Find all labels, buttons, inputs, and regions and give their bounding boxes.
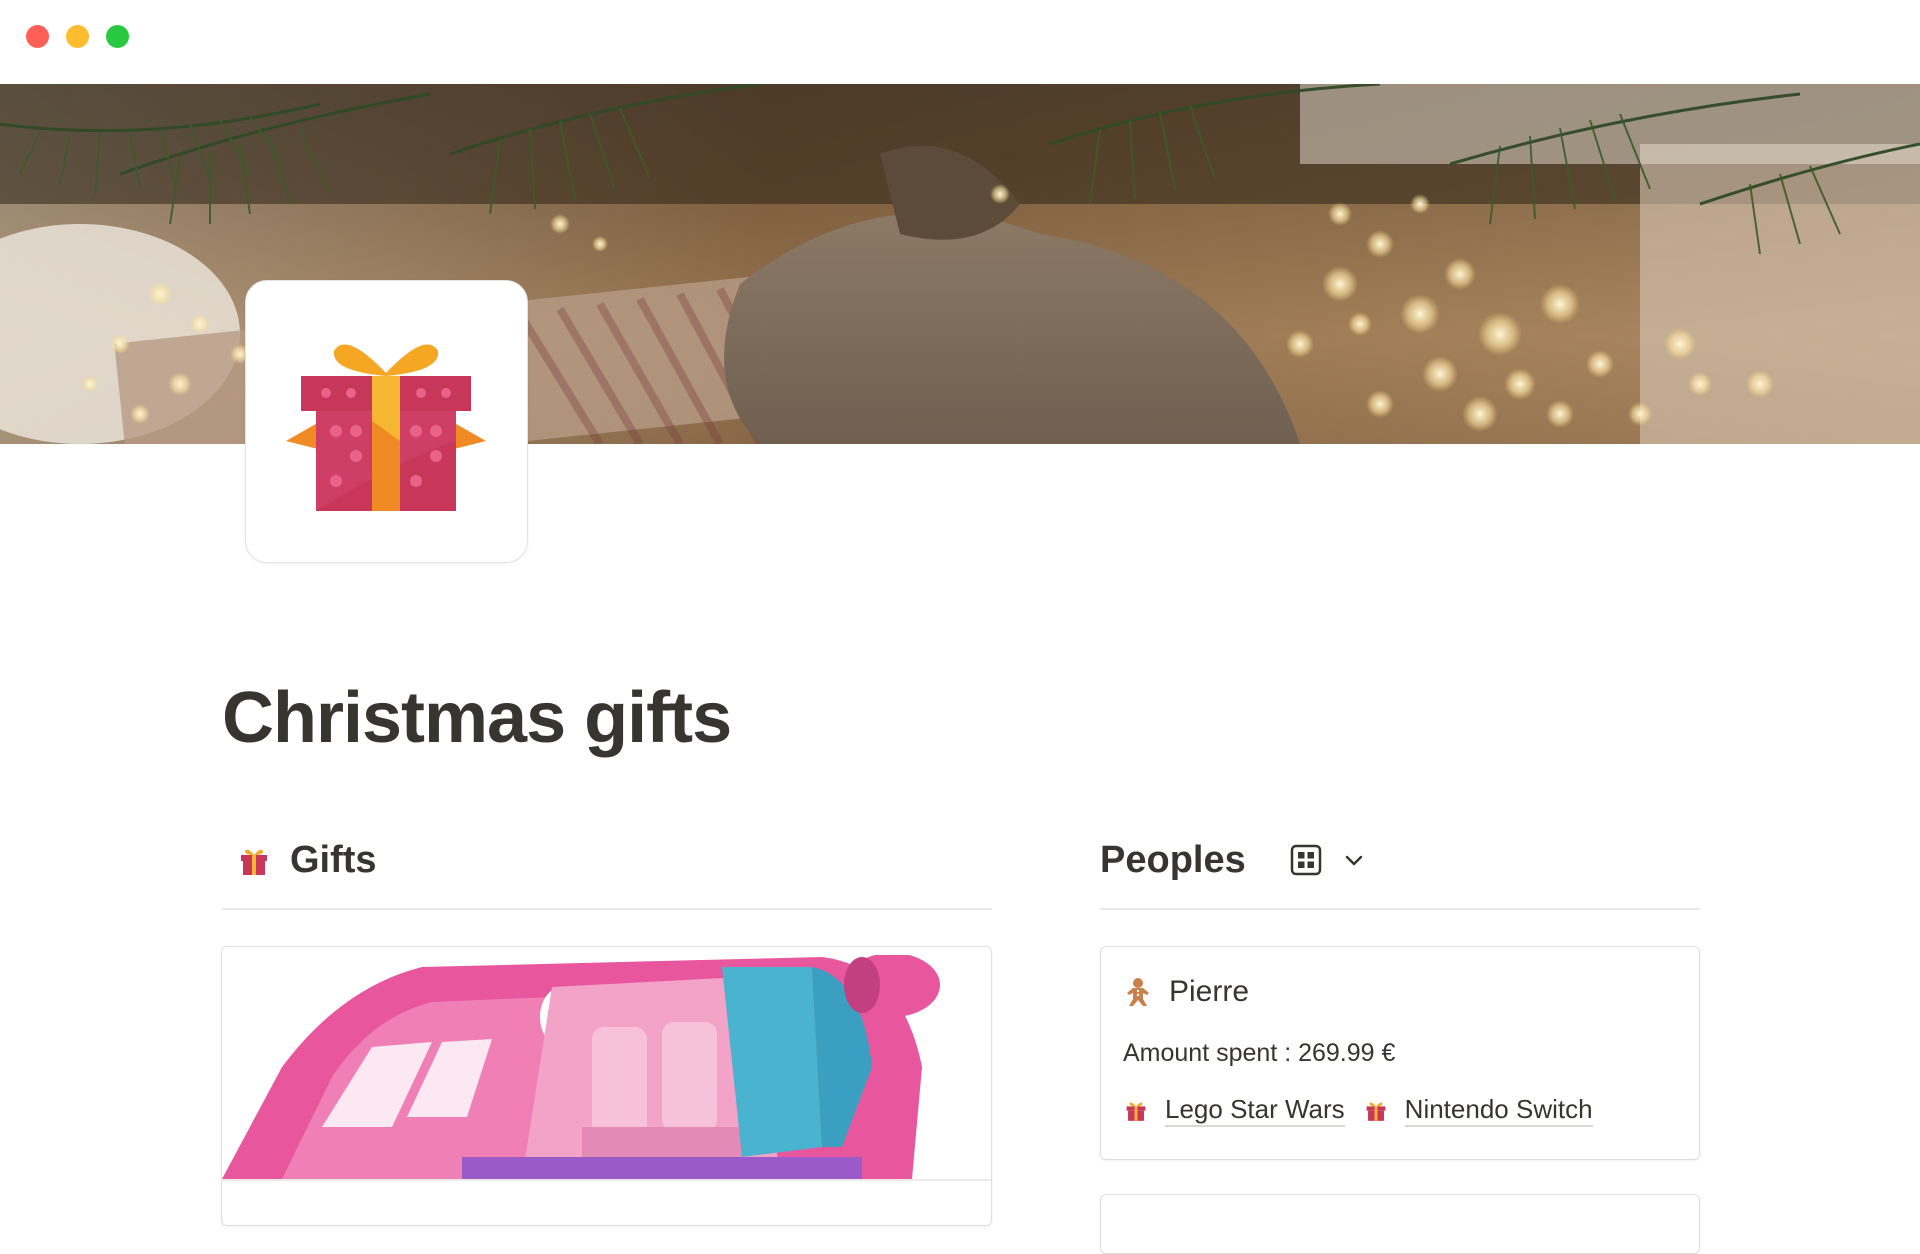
gift-link-label: Nintendo Switch [1404,1093,1593,1127]
gallery-view-icon[interactable] [1290,844,1322,876]
gift-link-label: Lego Star Wars [1165,1093,1345,1127]
gift-link-lego-star-wars[interactable]: Lego Star Wars [1123,1093,1345,1127]
gift-icon [241,849,267,875]
amount-spent: Amount spent : 269.99 € [1123,1039,1396,1067]
person-name: Pierre [1169,975,1250,1008]
gift-card[interactable] [221,946,992,1226]
gift-link-nintendo-switch[interactable]: Nintendo Switch [1363,1093,1593,1127]
gifts-section-header[interactable]: Gifts [222,830,992,890]
peoples-section-title[interactable]: Peoples [1100,839,1246,882]
peoples-section-header: Peoples [1100,830,1700,890]
person-card-header: Pierre [1123,975,1249,1009]
gift-icon [1366,1102,1386,1121]
page-icon[interactable] [245,280,528,563]
peoples-divider [1100,908,1700,910]
close-window-button[interactable] [26,25,49,48]
pink-toy-airplane-image [222,947,991,1179]
card-image-divider [222,1179,991,1181]
gift-icon [1126,1102,1146,1121]
gingerbread-man-icon [1127,978,1149,1006]
page-title[interactable]: Christmas gifts [222,675,732,761]
gift-relations: Lego Star Wars Nintendo Switch [1123,1093,1611,1127]
person-card[interactable]: Pierre Amount spent : 269.99 € Lego Star… [1100,946,1700,1160]
minimize-window-button[interactable] [66,25,89,48]
zoom-window-button[interactable] [106,25,129,48]
person-card[interactable] [1100,1194,1700,1254]
chevron-down-icon[interactable] [1342,848,1366,872]
window-titlebar [0,0,1920,84]
gift-icon [286,344,486,511]
gifts-section-title: Gifts [290,838,377,881]
gifts-divider [222,908,992,910]
